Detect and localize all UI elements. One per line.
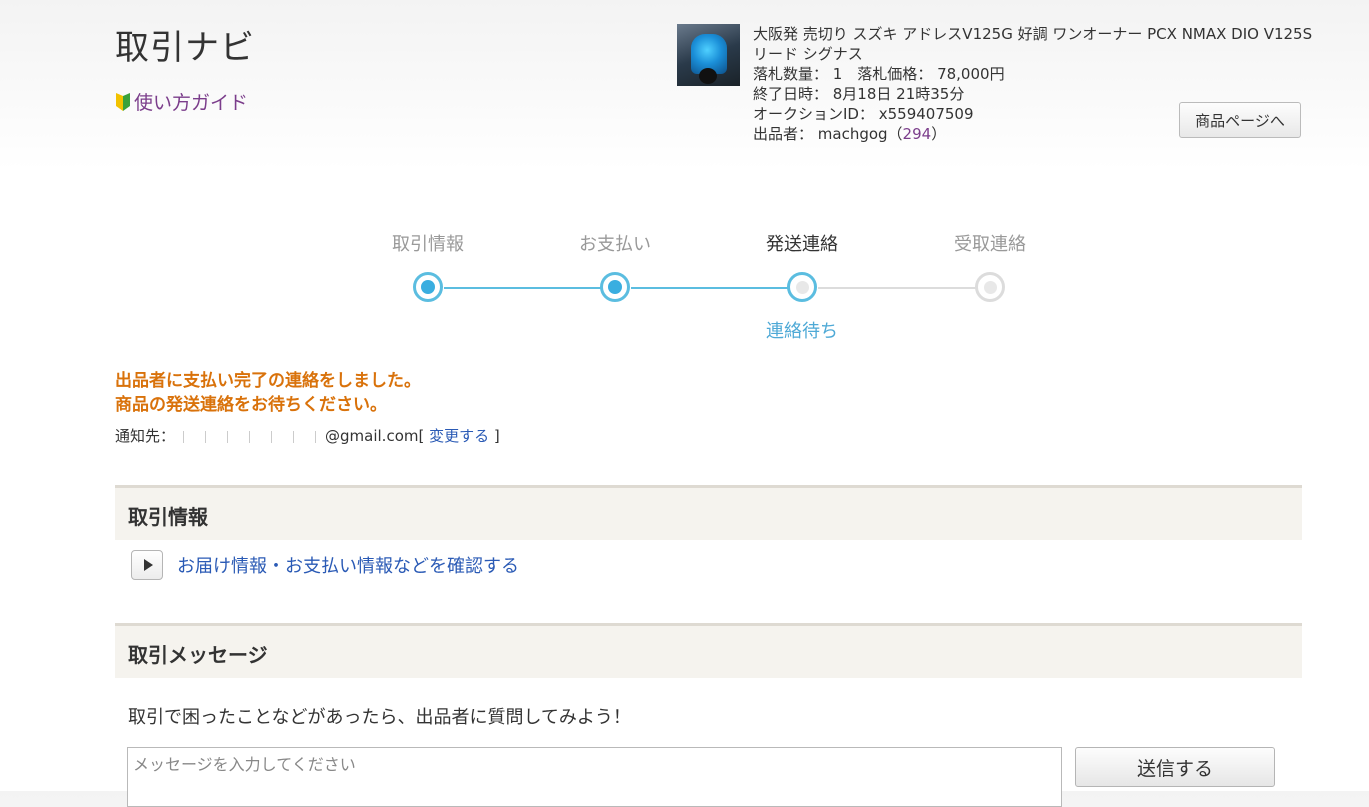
- progress-line-2: [631, 287, 789, 289]
- transaction-messages-heading: 取引メッセージ: [128, 643, 268, 667]
- notification-address: 通知先： @gmail.com[ 変更する ]: [115, 427, 500, 445]
- beginner-mark-icon: [116, 92, 130, 111]
- delivery-payment-info-link[interactable]: お届け情報・お支払い情報などを確認する: [177, 552, 519, 578]
- transaction-info-heading: 取引情報: [128, 505, 208, 529]
- step-label-receipt: 受取連絡: [954, 234, 1026, 255]
- product-thumbnail[interactable]: [677, 24, 740, 86]
- step-label-shipping: 発送連絡: [766, 234, 838, 255]
- message-input[interactable]: [127, 747, 1062, 807]
- step-dot-info: [413, 272, 443, 302]
- end-time: 終了日時： 8月18日 21時35分: [753, 85, 965, 103]
- step-label-info: 取引情報: [392, 234, 464, 255]
- usage-guide-label: 使い方ガイド: [134, 92, 249, 114]
- progress-line-1: [444, 287, 602, 289]
- transaction-messages-header: 取引メッセージ: [115, 623, 1302, 678]
- change-email-link[interactable]: 変更する: [424, 427, 494, 445]
- usage-guide-link[interactable]: 使い方ガイド: [115, 88, 248, 115]
- seller-rating-link[interactable]: 294: [903, 125, 932, 143]
- payment-notice: 出品者に支払い完了の連絡をしました。 商品の発送連絡をお待ちください。: [115, 371, 421, 415]
- delivery-payment-info-toggle[interactable]: お届け情報・お支払い情報などを確認する: [131, 550, 519, 580]
- product-title: 大阪発 売切り スズキ アドレスV125G 好調 ワンオーナー PCX NMAX…: [753, 25, 1313, 63]
- quantity-price: 落札数量： 1 落札価格： 78,000円: [753, 65, 1005, 83]
- step-status: 連絡待ち: [766, 321, 838, 342]
- product-page-button[interactable]: 商品ページへ: [1179, 102, 1301, 138]
- step-dot-payment: [600, 272, 630, 302]
- message-prompt: 取引で困ったことなどがあったら、出品者に質問してみよう！: [128, 707, 631, 728]
- step-dot-receipt: [975, 272, 1005, 302]
- transaction-info-header: 取引情報: [115, 485, 1302, 540]
- progress-line-3: [818, 287, 976, 289]
- step-label-payment: お支払い: [579, 234, 651, 255]
- play-triangle-icon[interactable]: [131, 550, 163, 580]
- send-button[interactable]: 送信する: [1075, 747, 1275, 787]
- page-title: 取引ナビ: [115, 28, 255, 68]
- step-dot-shipping: [787, 272, 817, 302]
- redacted-email: [175, 430, 326, 443]
